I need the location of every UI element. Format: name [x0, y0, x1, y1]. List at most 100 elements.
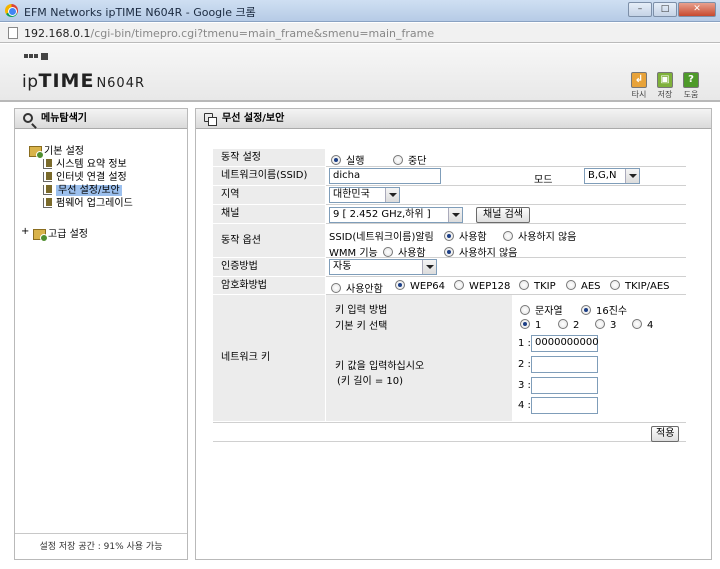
ssid-input[interactable]: dicha: [329, 168, 441, 184]
row-divider: [213, 441, 686, 442]
default-key-4-radio[interactable]: 4: [632, 319, 653, 331]
auth-value: 자동: [333, 261, 352, 272]
close-button[interactable]: ✕: [678, 2, 716, 17]
window-controls: – □ ✕: [627, 2, 716, 17]
brand-dots-icon: [24, 53, 49, 60]
enc-tkip-aes-radio[interactable]: TKIP/AES: [610, 280, 670, 292]
ssid-alert-off-radio[interactable]: 사용하지 않음: [503, 228, 576, 243]
auth-select[interactable]: 자동: [329, 259, 437, 275]
radio-icon: [519, 280, 529, 290]
windows-icon: [204, 113, 217, 126]
radio-icon: [558, 319, 568, 329]
save-button[interactable]: ▣ 저장: [652, 72, 678, 100]
minimize-button[interactable]: –: [628, 2, 652, 17]
wmm-on-radio[interactable]: 사용함: [383, 244, 426, 259]
channel-select[interactable]: 9 [ 2.452 GHz,하위 ]: [329, 207, 463, 223]
default-key-3-radio[interactable]: 3: [595, 319, 616, 331]
browser-title-bar: EFM Networks ipTIME N604R - Google 크롬 – …: [0, 0, 720, 22]
save-icon: ▣: [657, 72, 673, 88]
mode-select[interactable]: B,G,N: [584, 168, 640, 184]
operation-stop-radio[interactable]: 중단: [393, 152, 426, 167]
wmm-off-radio[interactable]: 사용하지 않음: [444, 244, 517, 259]
radio-icon: [395, 280, 405, 290]
row-divider: [326, 223, 686, 224]
region-select[interactable]: 대한민국: [329, 187, 400, 203]
apply-button[interactable]: 적용: [651, 426, 680, 442]
window-title: EFM Networks ipTIME N604R - Google 크롬: [24, 6, 256, 19]
radio-icon: [503, 231, 513, 241]
radio-icon: [632, 319, 642, 329]
row-divider: [326, 276, 686, 277]
enc-aes-radio[interactable]: AES: [566, 280, 601, 292]
key-input-method-label: 키 입력 방법: [335, 305, 388, 316]
row-divider: [326, 204, 686, 205]
sidebar-item-firmware-upgrade[interactable]: 펌웨어 업그레이드: [43, 194, 133, 209]
radio-icon: [383, 247, 393, 257]
radio-label: 사용함: [398, 248, 426, 259]
radio-icon: [595, 319, 605, 329]
label-options: 동작 옵션: [213, 224, 325, 257]
maximize-button[interactable]: □: [653, 2, 677, 17]
channel-search-button[interactable]: 채널 검색: [476, 207, 530, 223]
chrome-logo-icon: [5, 4, 18, 17]
brand-prefix: ip: [22, 72, 39, 92]
return-button[interactable]: ↲ 타시: [626, 72, 652, 100]
wireless-settings-header: 무선 설정/보안: [196, 109, 711, 129]
brand-model: N604R: [96, 76, 146, 91]
key-method-hex-radio[interactable]: 16진수: [581, 302, 627, 317]
radio-label: 실행: [346, 156, 365, 167]
radio-icon: [444, 231, 454, 241]
wireless-settings-panel: 무선 설정/보안 동작 설정 네트워크이름(SSID) 지역 채널 동작 옵션 …: [195, 108, 712, 560]
channel-value: 9 [ 2.452 GHz,하위 ]: [333, 209, 431, 220]
radio-label: 16진수: [596, 306, 628, 317]
radio-label: 1: [535, 320, 542, 331]
folder-gear-icon: [29, 145, 44, 159]
url-host: 192.168.0.1: [24, 27, 91, 40]
tree-group-advanced[interactable]: + 고급 설정: [21, 225, 88, 242]
key-3-label: 3 :: [518, 380, 531, 391]
key-1-input[interactable]: 0000000000: [531, 335, 599, 352]
label-network-key: 네트워크 키: [213, 295, 325, 421]
key-4-label: 4 :: [518, 400, 531, 411]
enc-none-radio[interactable]: 사용안함: [331, 280, 383, 295]
label-ssid: 네트워크이름(SSID): [213, 167, 325, 185]
radio-icon: [566, 280, 576, 290]
key-1-label: 1 :: [518, 338, 531, 349]
radio-label: 4: [647, 320, 654, 331]
magnifier-icon: [23, 113, 33, 123]
radio-label: TKIP: [534, 281, 556, 292]
header-tools: ↲ 타시 ▣ 저장 ? 도움: [626, 72, 704, 100]
key-method-string-radio[interactable]: 문자열: [520, 302, 563, 317]
radio-icon: [393, 155, 403, 165]
wmm-label: WMM 기능: [329, 248, 378, 259]
enc-wep128-radio[interactable]: WEP128: [454, 280, 510, 292]
address-bar[interactable]: 192.168.0.1/cgi-bin/timepro.cgi?tmenu=ma…: [0, 23, 720, 43]
chevron-down-icon: [625, 169, 639, 183]
default-key-1-radio[interactable]: 1: [520, 319, 541, 331]
enc-tkip-radio[interactable]: TKIP: [519, 280, 556, 292]
radio-icon: [331, 283, 341, 293]
key-prompt: 키 값을 입력하십시오: [335, 361, 425, 372]
label-channel: 채널: [213, 205, 325, 223]
key-3-input[interactable]: [531, 377, 598, 394]
expand-plus-icon[interactable]: +: [21, 226, 29, 237]
label-operation: 동작 설정: [213, 149, 325, 166]
storage-status: 설정 저장 공간 : 91% 사용 가능: [15, 533, 187, 559]
ssid-alert-on-radio[interactable]: 사용함: [444, 228, 487, 243]
folder-gear-icon: [33, 228, 48, 242]
region-value: 대한민국: [333, 189, 370, 200]
default-key-2-radio[interactable]: 2: [558, 319, 579, 331]
help-button[interactable]: ? 도움: [678, 72, 704, 100]
menu-explorer-header: 메뉴탐색기: [15, 109, 187, 129]
radio-label: AES: [581, 281, 601, 292]
default-key-label: 기본 키 선택: [335, 321, 388, 332]
key-length-note: (키 길이 = 10): [337, 376, 404, 387]
operation-run-radio[interactable]: 실행: [331, 152, 364, 167]
help-label: 도움: [683, 90, 699, 99]
key-2-input[interactable]: [531, 356, 598, 373]
url-text[interactable]: 192.168.0.1/cgi-bin/timepro.cgi?tmenu=ma…: [24, 27, 434, 40]
radio-label: 3: [610, 320, 617, 331]
ssid-alert-label: SSID(네트워크이름)알림: [329, 232, 434, 243]
key-4-input[interactable]: [531, 397, 598, 414]
enc-wep64-radio[interactable]: WEP64: [395, 280, 445, 292]
